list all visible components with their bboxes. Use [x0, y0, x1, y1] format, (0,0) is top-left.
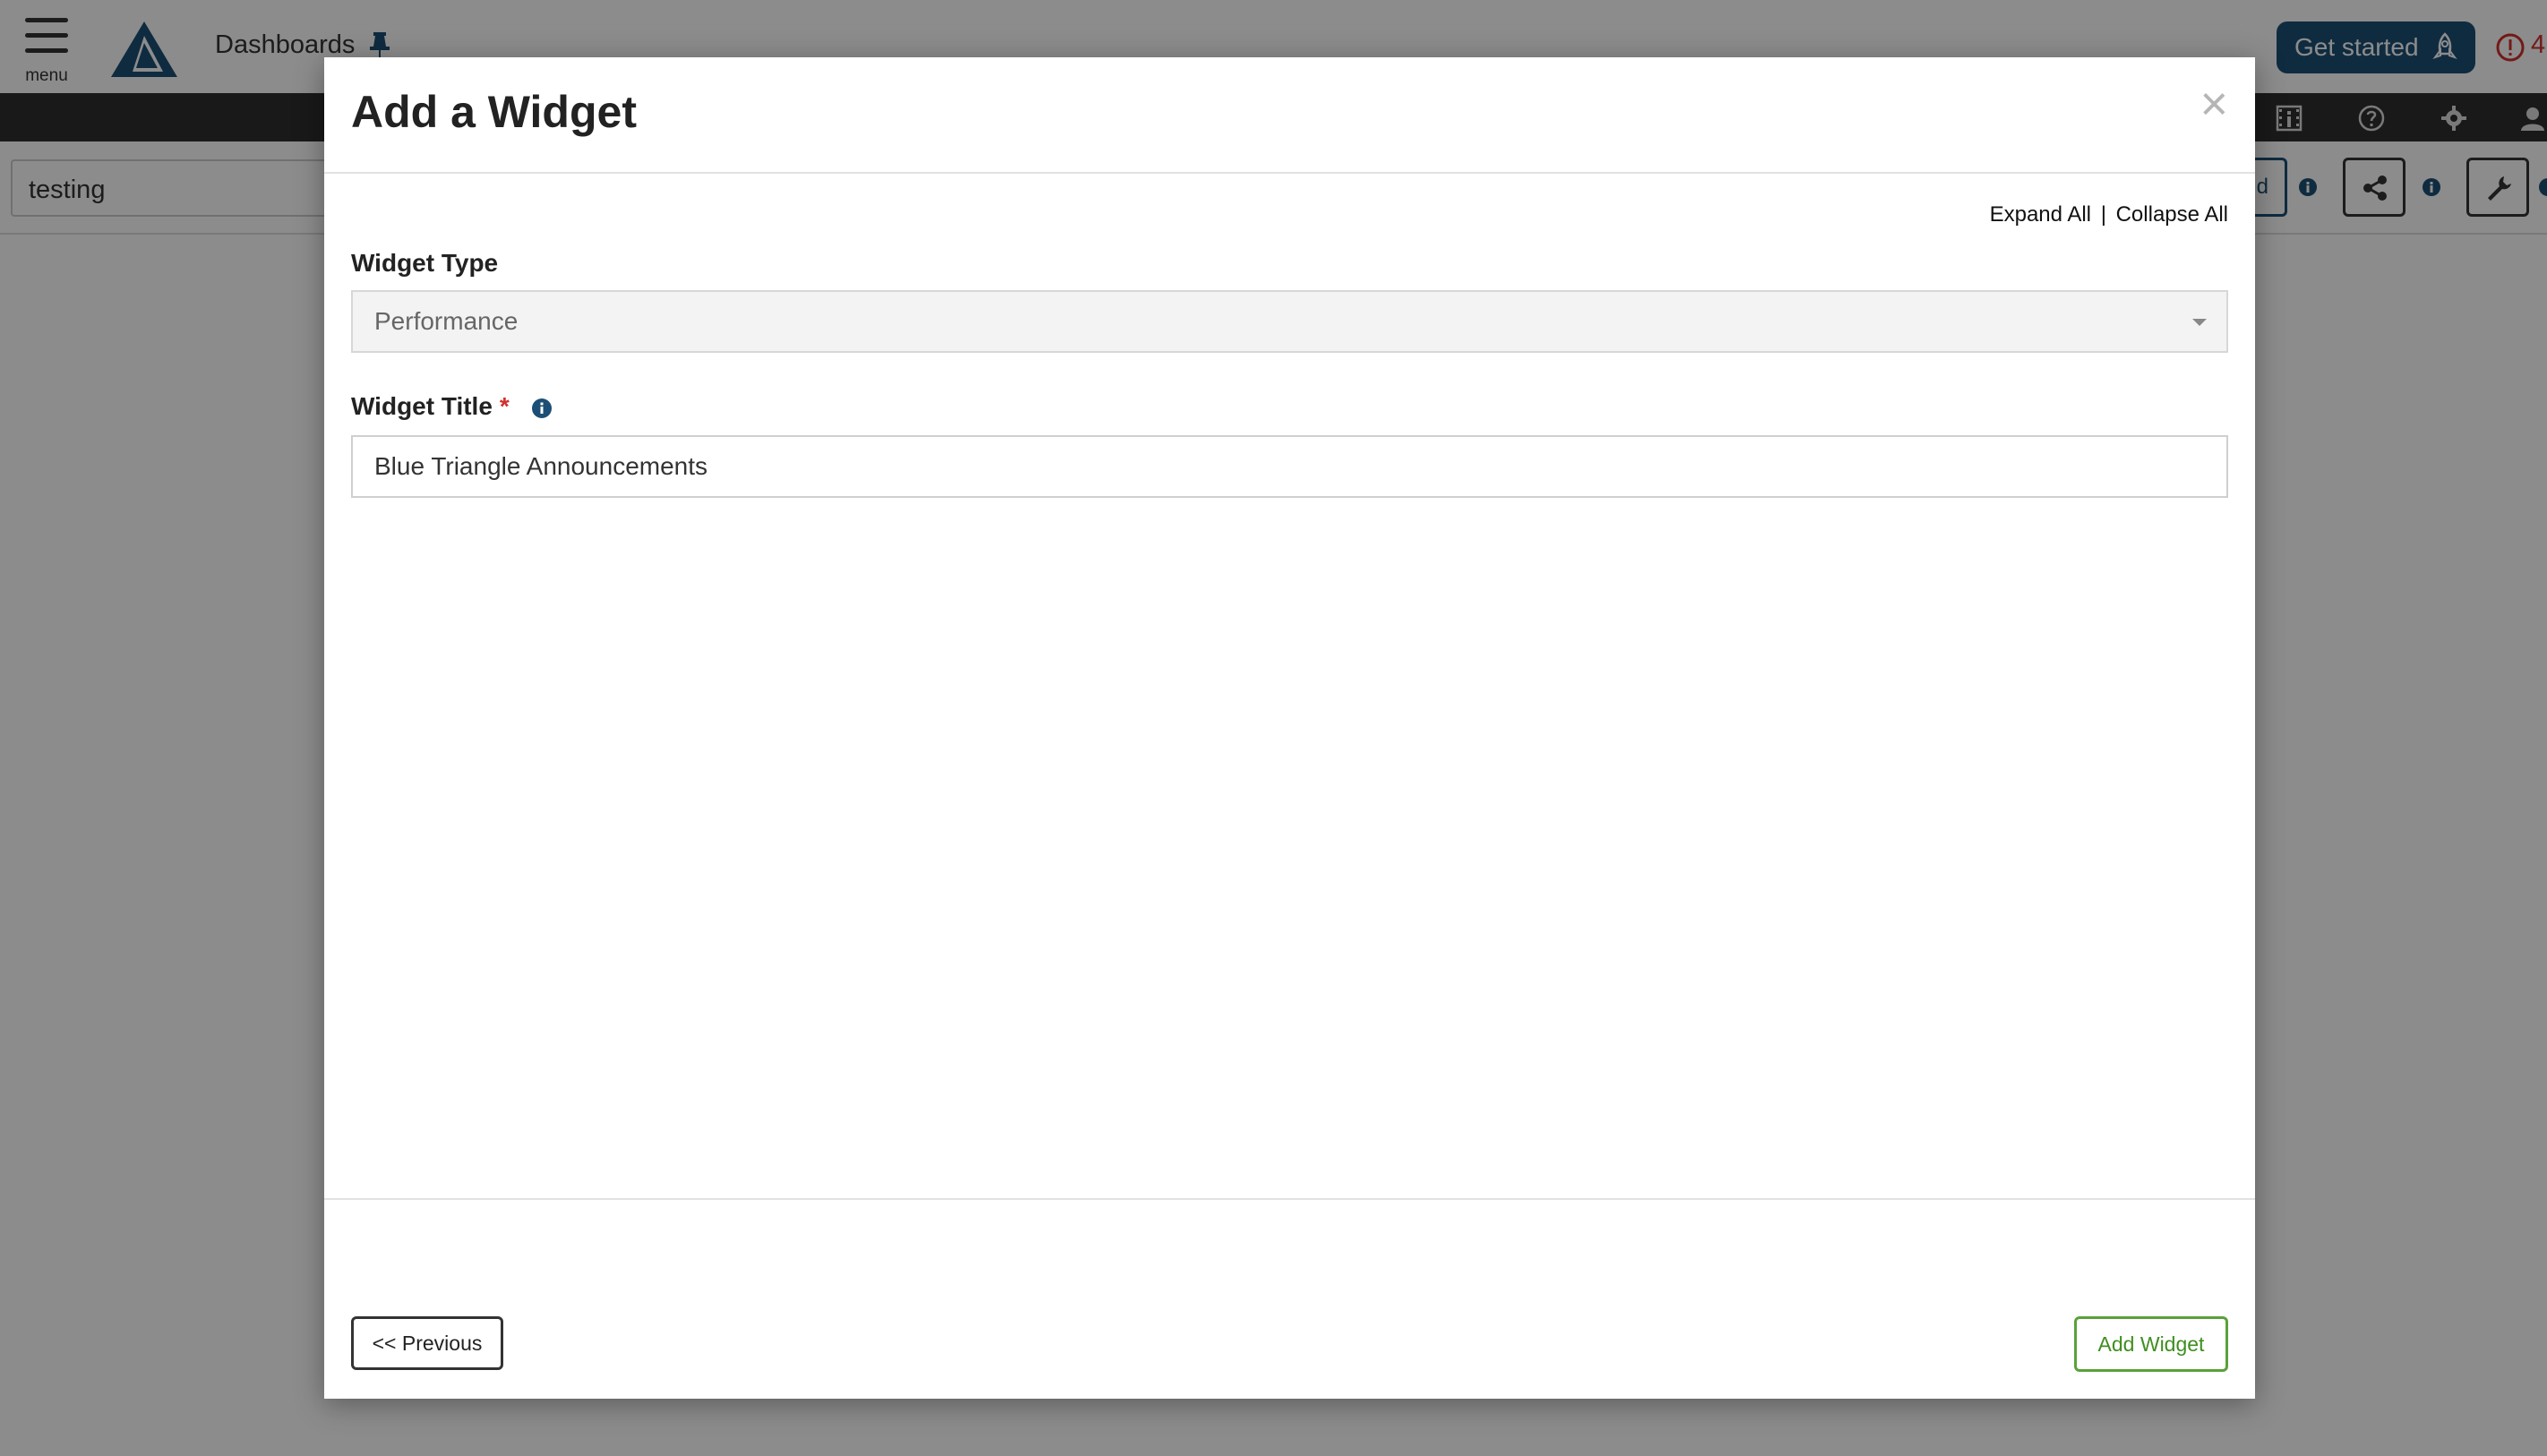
- modal-header: Add a Widget ×: [324, 57, 2255, 174]
- widget-type-value: Performance: [374, 307, 519, 335]
- app-background: menu Dashboards Get started 4 testing d …: [0, 0, 2547, 1456]
- link-separator: |: [2100, 202, 2106, 227]
- modal-title: Add a Widget: [351, 87, 637, 137]
- info-icon[interactable]: [531, 398, 553, 419]
- footer-divider: [324, 1198, 2255, 1200]
- expand-collapse-links: Expand All | Collapse All: [1990, 202, 2228, 227]
- add-widget-button[interactable]: Add Widget: [2074, 1316, 2228, 1372]
- previous-button[interactable]: << Previous: [351, 1316, 503, 1370]
- collapse-all-link[interactable]: Collapse All: [2116, 202, 2228, 227]
- expand-all-link[interactable]: Expand All: [1990, 202, 2091, 227]
- required-marker: *: [499, 392, 510, 420]
- widget-title-label: Widget Title: [351, 392, 493, 420]
- add-widget-modal: Add a Widget × Expand All | Collapse All…: [324, 57, 2255, 1399]
- widget-type-label: Widget Type: [351, 249, 499, 277]
- widget-title-input[interactable]: [351, 435, 2228, 498]
- widget-type-select[interactable]: Performance: [351, 290, 2228, 353]
- widget-title-label-row: Widget Title *: [351, 392, 553, 421]
- caret-down-icon: [2192, 319, 2207, 326]
- close-icon[interactable]: ×: [2200, 75, 2228, 133]
